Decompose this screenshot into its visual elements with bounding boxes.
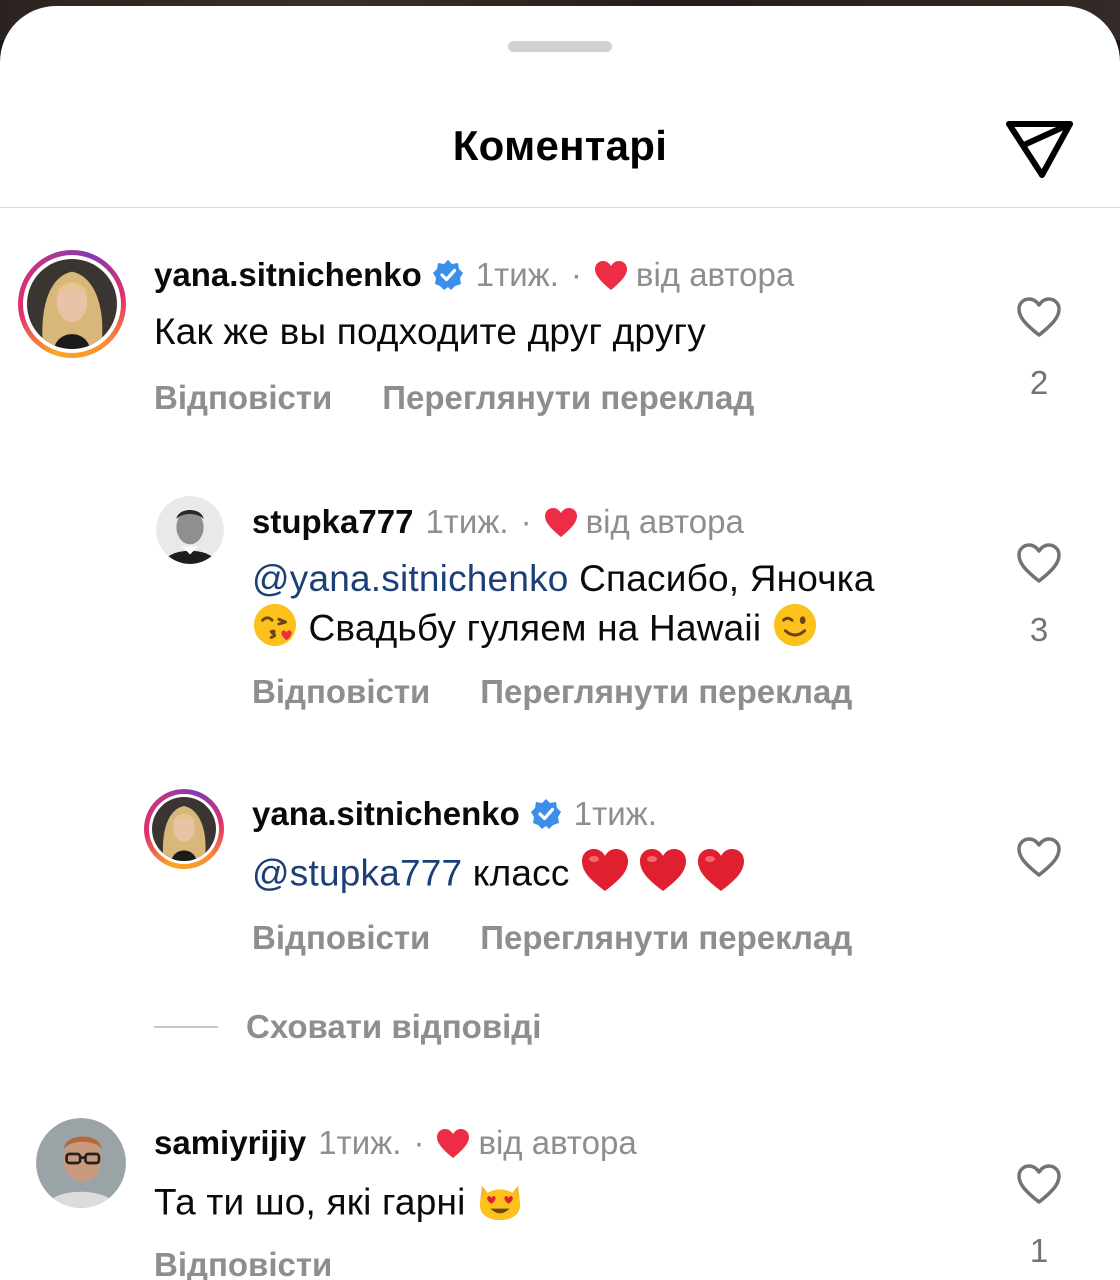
avatar[interactable] [156,496,224,564]
hide-replies-label: Сховати відповіді [246,1008,542,1045]
comment-time: 1тиж. [573,795,657,832]
red-heart-emoji [580,847,630,904]
see-translation-button[interactable]: Переглянути переклад [480,919,852,957]
red-heart-emoji [696,847,746,904]
hide-replies-line [154,1026,218,1028]
heart-filled-icon [436,1128,470,1159]
like-count: 1 [1029,1232,1049,1269]
heart-outline-icon[interactable] [1016,296,1062,338]
avatar[interactable] [36,1118,126,1208]
reply-button[interactable]: Відповісти [252,673,430,711]
comment-text-line1: Спасибо, Яночка [568,558,875,599]
share-icon[interactable] [1004,112,1076,180]
header-divider [0,207,1120,208]
sheet-grabber[interactable] [508,41,612,52]
heart-outline-icon[interactable] [1016,836,1062,878]
comment-time: 1тиж. [475,256,559,293]
verified-icon [432,259,464,291]
separator-dot: · [520,503,532,540]
see-translation-button[interactable]: Переглянути переклад [480,673,852,711]
heart-filled-icon [594,260,628,291]
avatar[interactable] [18,250,126,358]
reply-button[interactable]: Відповісти [154,1246,332,1280]
avatar-photo [36,1118,126,1208]
heart-eyes-cat-emoji [476,1176,524,1233]
avatar-photo [156,496,224,564]
comment-text: @yana.sitnichenko Спасибо, Яночка Свадьб… [252,555,972,659]
like-count: 3 [1029,611,1049,648]
comment-text-body: класс [462,852,581,894]
verified-icon [530,798,562,830]
hide-replies-button[interactable]: Сховати відповіді [154,1008,541,1046]
comment-text: Как же вы подходите друг другу [154,311,706,352]
comment-text-body: Та ти шо, які гарні [154,1181,477,1223]
liked-by-author-label: від автора [585,503,744,540]
red-heart-emoji [638,847,688,904]
separator-dot: · [570,256,582,293]
mention-link[interactable]: @stupka777 [252,852,462,893]
comment-username[interactable]: stupka777 [252,503,413,541]
comments-sheet: Коментарі yana.sitnichenko 1тиж. · від а… [0,6,1120,1280]
comment-text: @stupka777 класс [252,847,746,904]
mention-link[interactable]: @yana.sitnichenko [252,558,569,599]
comment-time: 1тиж. [425,503,509,540]
avatar-photo [27,259,117,349]
reply-button[interactable]: Відповісти [154,379,332,417]
like-count: 2 [1029,364,1049,401]
separator-dot: · [413,1124,425,1161]
wink-emoji [772,602,818,659]
heart-outline-icon[interactable] [1016,542,1062,584]
comment-time: 1тиж. [318,1124,402,1161]
kiss-emoji [252,602,298,659]
comment-username[interactable]: yana.sitnichenko [154,256,422,294]
avatar[interactable] [144,789,224,869]
comment-text: Та ти шо, які гарні [154,1176,524,1233]
liked-by-author-label: від автора [478,1124,637,1161]
comment-username[interactable]: samiyrijiy [154,1124,306,1162]
heart-outline-icon[interactable] [1016,1163,1062,1205]
comment-username[interactable]: yana.sitnichenko [252,795,520,833]
liked-by-author-label: від автора [635,256,795,293]
reply-button[interactable]: Відповісти [252,919,430,957]
page-title: Коментарі [452,122,668,169]
comment-text-line2: Свадьбу гуляем на Hawaii [298,607,772,649]
heart-filled-icon [544,507,578,538]
avatar-photo [152,797,216,861]
see-translation-button[interactable]: Переглянути переклад [382,379,754,417]
